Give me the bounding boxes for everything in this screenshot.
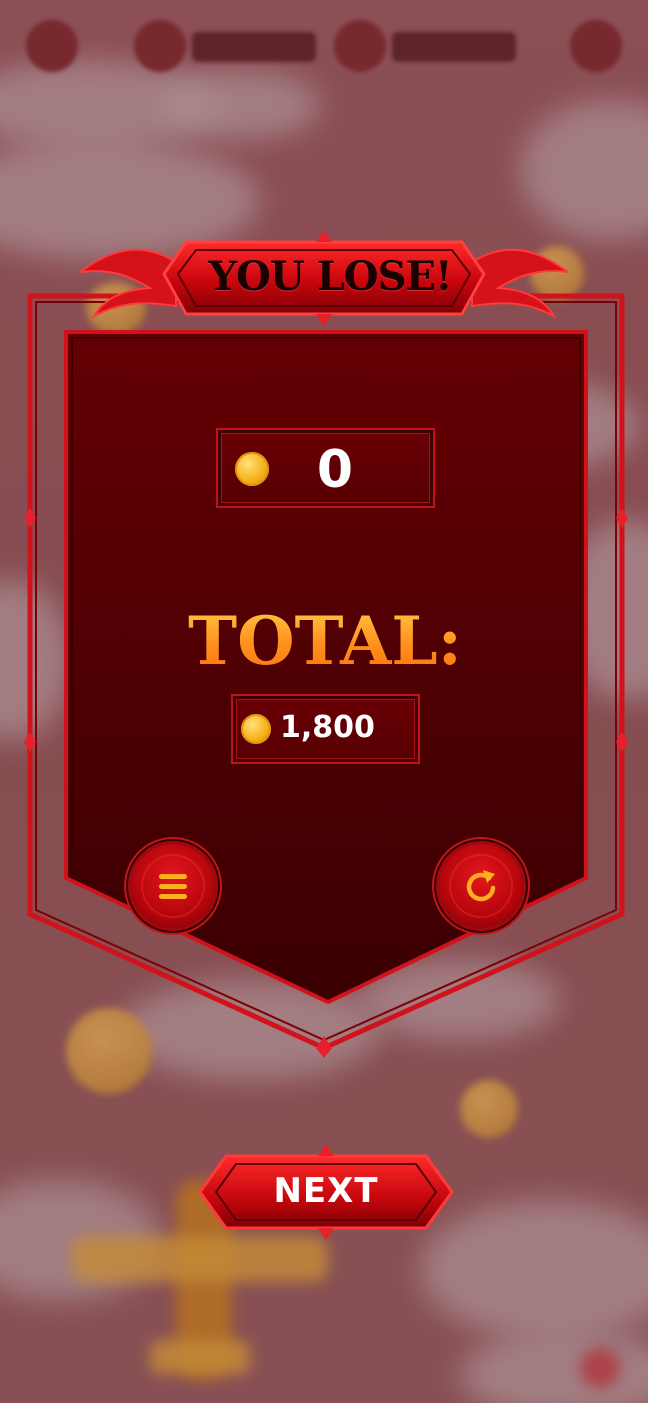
total-label: TOTAL: [170,598,480,684]
restart-button[interactable] [439,844,523,928]
menu-icon [159,874,187,899]
next-button-label: NEXT [273,1171,379,1211]
total-score-value: 1,800 [280,709,375,745]
result-title: YOU LOSE! [208,252,452,300]
next-button[interactable]: NEXT [200,1148,452,1234]
coin-icon [241,714,271,744]
coin-icon [235,452,269,486]
restart-icon [466,870,496,902]
round-score-value: 0 [316,440,354,500]
menu-button[interactable] [131,844,215,928]
